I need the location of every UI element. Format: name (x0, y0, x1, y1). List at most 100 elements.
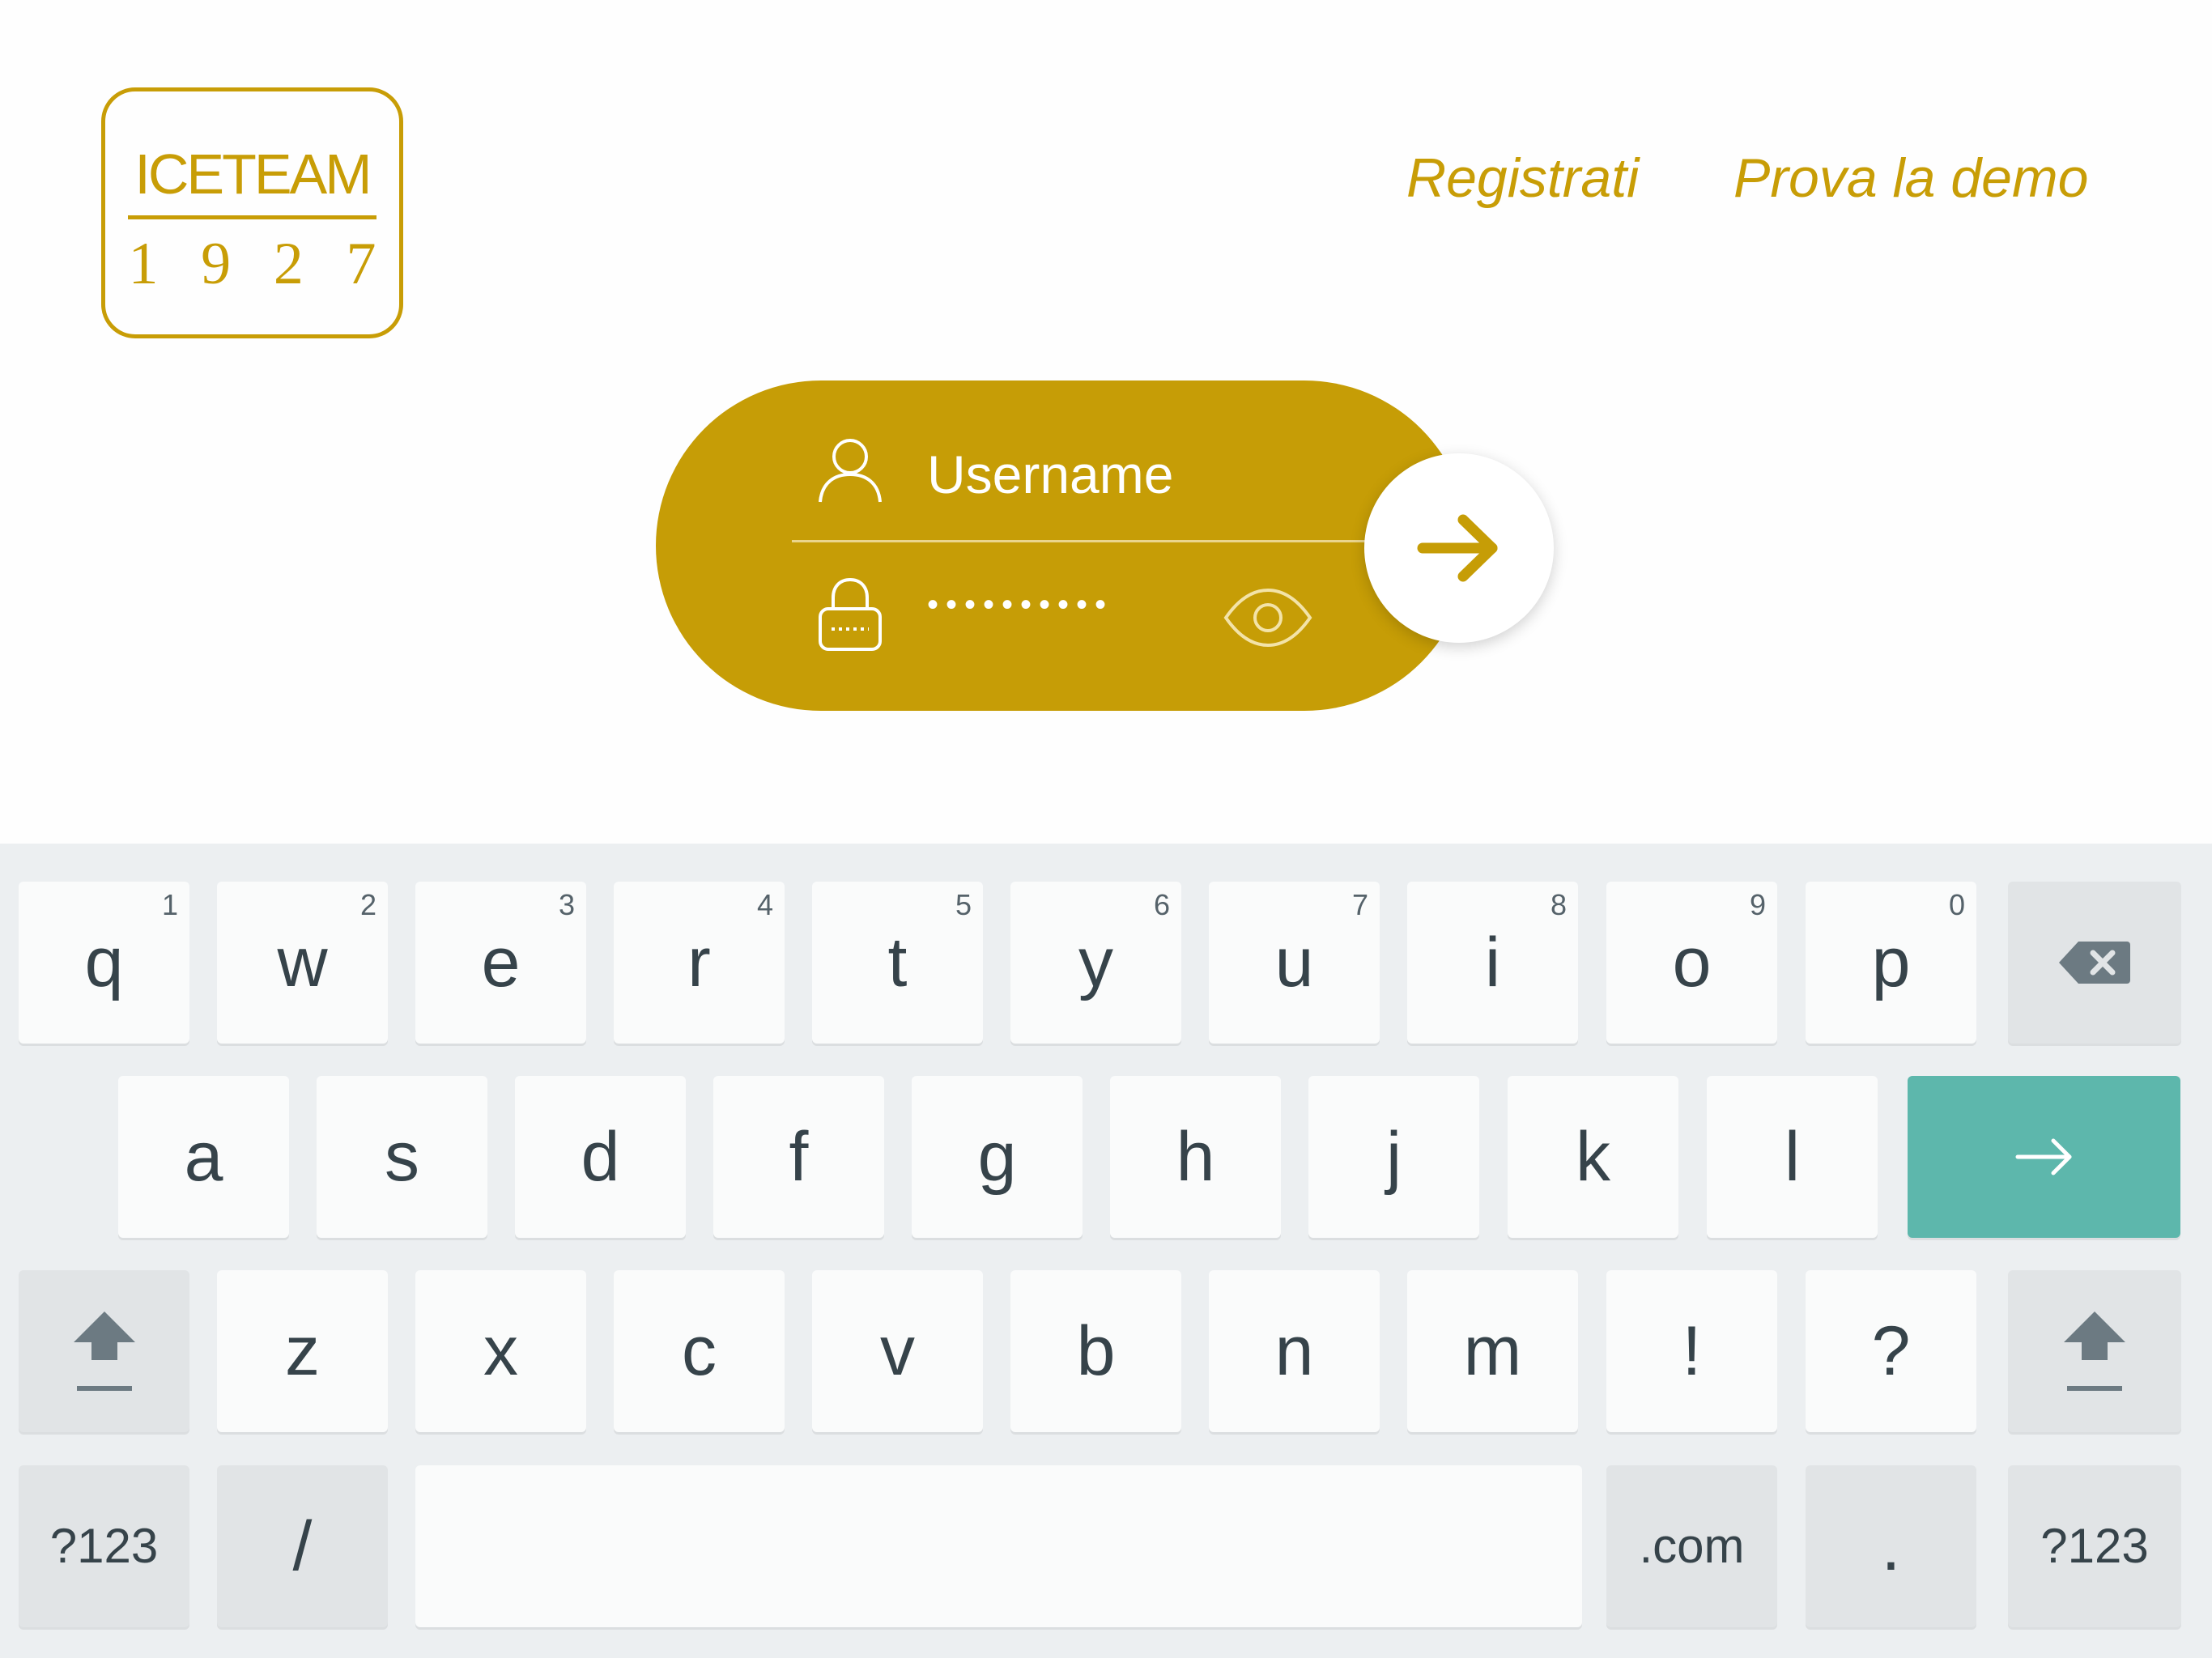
key-label: . (1881, 1507, 1901, 1585)
key-label: z (285, 1312, 320, 1390)
arrow-right-icon (1417, 514, 1498, 582)
logo-divider (128, 215, 376, 219)
key-s[interactable]: s (317, 1076, 487, 1238)
key-d[interactable]: d (515, 1076, 686, 1238)
on-screen-keyboard: 1 q 2 w 3 e 4 r 5 t 6 y 7 u 8 i 9 o 0 p (0, 844, 2212, 1658)
key-label: o (1672, 924, 1712, 1001)
key-hint: 5 (955, 888, 972, 921)
username-input[interactable] (927, 434, 1348, 515)
key-y[interactable]: 6 y (1010, 882, 1181, 1044)
key-label: y (1078, 924, 1113, 1001)
key-label: m (1463, 1312, 1522, 1390)
iceteam-logo: ICETEAM 1 9 2 7 (101, 87, 403, 338)
key-label: / (292, 1507, 313, 1585)
key-hint: 9 (1749, 888, 1766, 921)
key-label: n (1274, 1312, 1314, 1390)
key-q[interactable]: 1 q (19, 882, 189, 1044)
key-z[interactable]: z (217, 1270, 388, 1432)
key-r[interactable]: 4 r (614, 882, 785, 1044)
field-divider (792, 540, 1391, 542)
key-u[interactable]: 7 u (1209, 882, 1380, 1044)
key-label: h (1176, 1118, 1215, 1196)
login-form: •••••••••• (656, 380, 1470, 711)
user-icon (819, 439, 882, 503)
key-label: p (1871, 924, 1911, 1001)
show-password-icon[interactable] (1223, 587, 1313, 648)
key-label: ?123 (2040, 1519, 2149, 1573)
logo-year-digit: 2 (273, 231, 304, 297)
key-label: a (184, 1118, 223, 1196)
key-label: ?123 (49, 1519, 159, 1573)
key-p[interactable]: 0 p (1806, 882, 1976, 1044)
key-label: ? (1871, 1312, 1911, 1390)
enter-arrow-icon (2015, 1138, 2071, 1175)
key-label: i (1484, 924, 1501, 1001)
backspace-key[interactable] (2008, 882, 2181, 1044)
login-submit-button[interactable] (1364, 453, 1554, 643)
key-label: c (682, 1312, 717, 1390)
key-l[interactable]: l (1707, 1076, 1878, 1238)
slash-key[interactable]: / (217, 1465, 388, 1627)
key-x[interactable]: x (415, 1270, 586, 1432)
key-label: u (1274, 924, 1314, 1001)
key-label: e (481, 924, 521, 1001)
key-label: q (84, 924, 124, 1001)
key-label: r (687, 924, 711, 1001)
key-label: d (581, 1118, 620, 1196)
key-b[interactable]: b (1010, 1270, 1181, 1432)
key-label: j (1385, 1118, 1402, 1196)
key-t[interactable]: 5 t (812, 882, 983, 1044)
register-link[interactable]: Registrati (1406, 146, 1639, 210)
logo-year-digit: 9 (201, 231, 232, 297)
key-f[interactable]: f (713, 1076, 884, 1238)
key-label: ! (1682, 1312, 1702, 1390)
key-hint: 6 (1153, 888, 1170, 921)
key-e[interactable]: 3 e (415, 882, 586, 1044)
key-hint: 0 (1948, 888, 1965, 921)
dotcom-key[interactable]: .com (1606, 1465, 1777, 1627)
key-w[interactable]: 2 w (217, 882, 388, 1044)
symbols-key-right[interactable]: ?123 (2008, 1465, 2181, 1627)
space-key[interactable] (415, 1465, 1582, 1627)
logo-wordmark: ICETEAM (134, 142, 372, 206)
key-hint: 3 (558, 888, 575, 921)
key-a[interactable]: a (118, 1076, 289, 1238)
shift-key-right[interactable] (2008, 1270, 2181, 1432)
key-label: l (1784, 1118, 1801, 1196)
key-hint: 4 (756, 888, 773, 921)
try-demo-link[interactable]: Prova la demo (1733, 146, 2088, 210)
key-v[interactable]: v (812, 1270, 983, 1432)
shift-icon (2064, 1312, 2125, 1391)
key-label: b (1076, 1312, 1116, 1390)
backspace-icon (2059, 942, 2130, 984)
key-k[interactable]: k (1508, 1076, 1678, 1238)
key-exclamation[interactable]: ! (1606, 1270, 1777, 1432)
shift-key-left[interactable] (19, 1270, 189, 1432)
key-hint: 1 (161, 888, 178, 921)
key-label: v (880, 1312, 915, 1390)
key-hint: 7 (1351, 888, 1368, 921)
logo-year-digit: 7 (346, 231, 376, 297)
key-i[interactable]: 8 i (1407, 882, 1578, 1044)
symbols-key-left[interactable]: ?123 (19, 1465, 189, 1627)
key-j[interactable]: j (1308, 1076, 1479, 1238)
key-label: g (977, 1118, 1017, 1196)
key-h[interactable]: h (1110, 1076, 1281, 1238)
key-o[interactable]: 9 o (1606, 882, 1777, 1044)
key-m[interactable]: m (1407, 1270, 1578, 1432)
logo-year: 1 9 2 7 (123, 227, 381, 300)
password-field[interactable]: •••••••••• (927, 568, 1113, 641)
key-question[interactable]: ? (1806, 1270, 1976, 1432)
key-label: s (385, 1118, 419, 1196)
key-n[interactable]: n (1209, 1270, 1380, 1432)
logo-year-digit: 1 (128, 231, 159, 297)
key-label: k (1576, 1118, 1610, 1196)
key-label: f (789, 1118, 809, 1196)
key-label: x (483, 1312, 518, 1390)
key-label: .com (1639, 1519, 1745, 1573)
period-key[interactable]: . (1806, 1465, 1976, 1627)
enter-key[interactable] (1908, 1076, 2180, 1238)
key-g[interactable]: g (912, 1076, 1083, 1238)
key-c[interactable]: c (614, 1270, 785, 1432)
key-hint: 8 (1550, 888, 1567, 921)
